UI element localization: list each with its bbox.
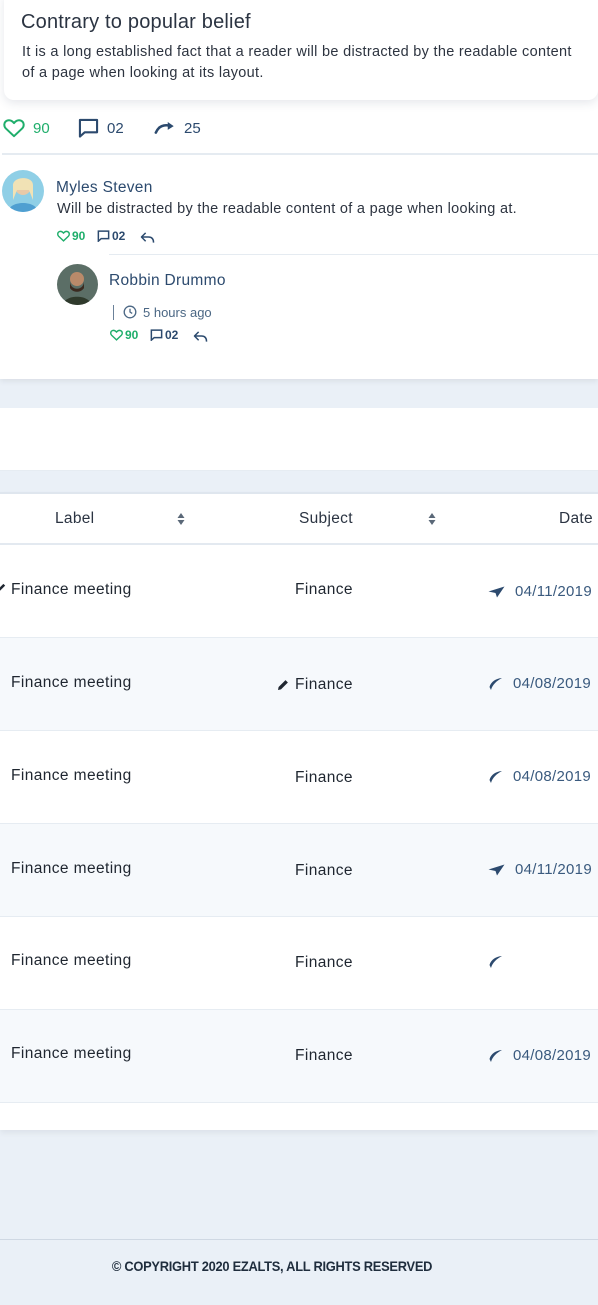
feather-icon: [489, 770, 502, 783]
pencil-icon[interactable]: [277, 679, 289, 691]
table-row[interactable]: Finance meeting Finance 04/11/2019: [0, 824, 598, 917]
feather-icon: [489, 677, 502, 690]
comment-author[interactable]: Myles Steven: [56, 179, 153, 197]
row-subject: Finance: [295, 862, 353, 879]
send-icon: [488, 864, 505, 875]
row-subject: Finance: [295, 769, 353, 786]
comment-time: 5 hours ago: [143, 304, 212, 320]
table-row[interactable]: Finance meeting Finance: [0, 917, 598, 1010]
row-date-text: 04/08/2019: [513, 675, 592, 692]
row-date: 04/08/2019: [488, 768, 591, 785]
divider: [2, 153, 598, 155]
comment-reply-count-button[interactable]: 02: [97, 229, 125, 243]
clock-icon: [123, 305, 137, 319]
row-subject: Finance: [295, 676, 353, 693]
row-label: Finance meeting: [11, 1045, 132, 1062]
comment-replies-count: 02: [112, 229, 126, 243]
reply-icon[interactable]: [193, 330, 208, 343]
share-arrow-icon: [154, 122, 174, 134]
comment-icon: [78, 118, 99, 138]
footer-divider: [0, 1239, 598, 1240]
sort-icon[interactable]: [177, 512, 185, 526]
post-title: Contrary to popular belief: [21, 11, 251, 33]
row-label: Finance meeting: [11, 674, 132, 691]
comment-reply-count-button[interactable]: 02: [150, 328, 178, 342]
row-date: 04/11/2019: [488, 583, 592, 600]
row-label: Finance meeting: [11, 767, 132, 784]
table-header: Label Subject Date: [0, 494, 598, 545]
row-date-text: 04/11/2019: [515, 583, 592, 600]
avatar[interactable]: [2, 170, 44, 212]
comment-text: Will be distracted by the readable conte…: [57, 201, 518, 217]
heart-icon: [3, 119, 25, 138]
column-header-date[interactable]: Date: [559, 510, 593, 528]
separator: [113, 304, 114, 320]
feather-icon: [489, 956, 502, 968]
comment-like-button[interactable]: 90: [110, 328, 138, 342]
comment-replies-count: 02: [165, 328, 179, 342]
feather-icon: [489, 1049, 502, 1062]
post-content: Contrary to popular belief It is a long …: [4, 0, 598, 100]
column-header-label[interactable]: Label: [55, 510, 94, 528]
table-row[interactable]: Finance meeting Finance 04/08/2019: [0, 638, 598, 731]
like-button[interactable]: 90: [3, 116, 50, 140]
column-header-subject[interactable]: Subject: [299, 510, 353, 528]
avatar[interactable]: [57, 264, 98, 305]
comment-icon: [150, 329, 163, 341]
comment-button[interactable]: 02: [78, 116, 124, 140]
table-row[interactable]: Finance meeting Finance 04/11/2019: [0, 545, 598, 638]
row-label: Finance meeting: [11, 581, 132, 598]
messages-table: Label Subject Date Finance meeting Finan…: [0, 492, 598, 1130]
comments-count: 02: [107, 119, 124, 137]
row-date: 04/08/2019: [488, 1047, 591, 1064]
row-date: 04/08/2019: [488, 675, 591, 692]
pencil-icon[interactable]: [0, 583, 6, 592]
table-row[interactable]: Finance meeting Finance 04/08/2019: [0, 731, 598, 824]
sort-icon[interactable]: [428, 512, 436, 526]
post-card: Contrary to popular belief It is a long …: [0, 0, 598, 379]
comment-timestamp: 5 hours ago: [113, 304, 212, 320]
row-date: 04/11/2019: [488, 861, 592, 878]
row-date-text: 04/08/2019: [513, 1047, 592, 1064]
row-subject: Finance: [295, 954, 353, 971]
heart-icon: [110, 329, 123, 341]
row-date: [488, 955, 513, 969]
reply-icon[interactable]: [140, 231, 155, 244]
row-label: Finance meeting: [11, 860, 132, 877]
comment-likes-count: 90: [125, 328, 139, 342]
heart-icon: [57, 230, 70, 242]
send-icon: [488, 586, 505, 597]
comment-author[interactable]: Robbin Drummo: [109, 272, 226, 290]
comment-icon: [97, 230, 110, 242]
comment-likes-count: 90: [72, 229, 86, 243]
table-row[interactable]: Finance meeting Finance 04/08/2019: [0, 1010, 598, 1103]
table-toolbar: [0, 408, 598, 471]
divider: [109, 254, 598, 255]
row-subject: Finance: [295, 1047, 353, 1064]
likes-count: 90: [33, 119, 50, 137]
comment-like-button[interactable]: 90: [57, 229, 85, 243]
shares-count: 25: [184, 119, 201, 137]
footer-copyright: © COPYRIGHT 2020 EZALTS, ALL RIGHTS RESE…: [111, 1258, 433, 1274]
row-date-text: 04/11/2019: [515, 861, 592, 878]
post-stats: 90 02 25: [0, 116, 598, 140]
row-date-text: 04/08/2019: [513, 768, 592, 785]
post-body: It is a long established fact that a rea…: [22, 44, 572, 81]
row-subject: Finance: [295, 581, 353, 598]
share-button[interactable]: 25: [154, 116, 201, 140]
row-label: Finance meeting: [11, 952, 132, 969]
